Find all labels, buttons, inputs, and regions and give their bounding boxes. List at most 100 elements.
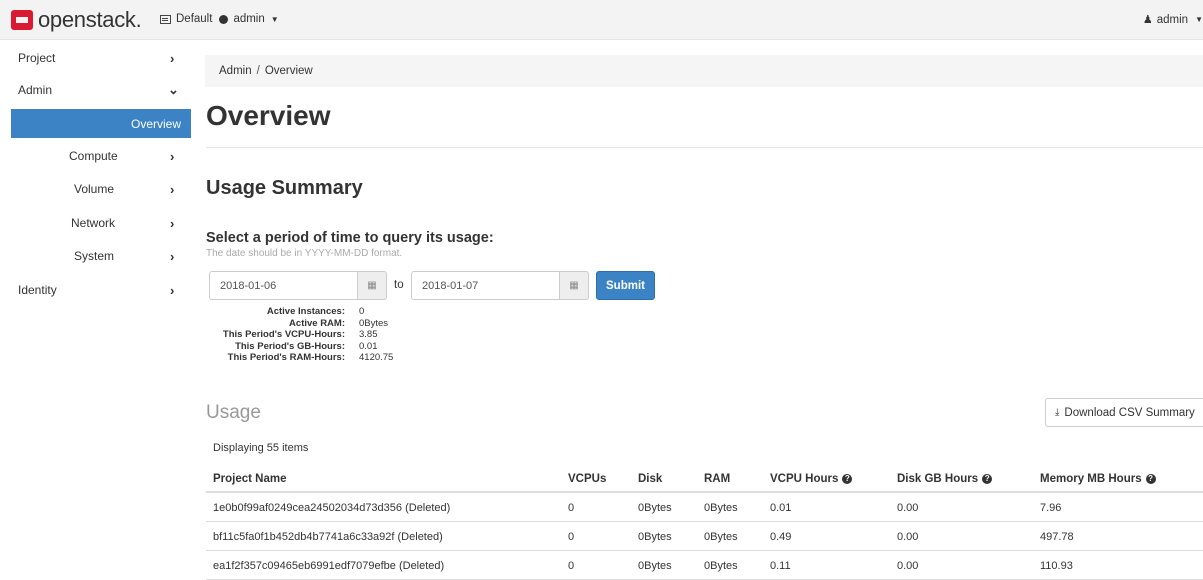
stat-gb-hours: This Period's GB-Hours: 0.01: [200, 341, 393, 353]
stat-active-instances: Active Instances: 0: [200, 306, 393, 318]
cell-vcpu-hours: 0.49: [770, 530, 792, 543]
cell-vcpus: 0: [568, 501, 575, 514]
breadcrumb: Admin / Overview: [205, 55, 1203, 87]
cell-vcpus: 0: [568, 530, 575, 543]
usage-stats: Active Instances: 0 Active RAM: 0Bytes T…: [200, 306, 393, 364]
sidebar-item-label: Volume: [74, 182, 115, 196]
question-circle-icon: ?: [1145, 473, 1156, 484]
logo-text: openstack.: [38, 7, 142, 32]
chevron-right-icon: ›: [170, 148, 175, 164]
sidebar-item-identity[interactable]: Identity ›: [18, 275, 190, 305]
chevron-right-icon: ›: [170, 215, 175, 231]
sidebar-item-project[interactable]: Project ›: [18, 43, 190, 73]
chevron-right-icon: ›: [170, 282, 175, 298]
sidebar-item-volume[interactable]: Volume ›: [74, 174, 190, 204]
usage-summary-title: Usage Summary: [206, 177, 363, 199]
cell-disk: 0Bytes: [638, 501, 672, 514]
stat-value: 0Bytes: [359, 317, 389, 329]
cell-project-name: bf11c5fa0f1b452db4b7741a6c33a92f (Delete…: [213, 530, 443, 543]
table-row: bf11c5fa0f1b452db4b7741a6c33a92f (Delete…: [206, 522, 1203, 551]
sidebar-item-label: Network: [71, 216, 116, 230]
breadcrumb-separator: /: [256, 65, 260, 77]
item-count: Displaying 55 items: [213, 442, 309, 454]
sidebar-item-overview[interactable]: Overview: [11, 109, 191, 138]
list-icon: [160, 14, 171, 24]
page-title: Overview: [206, 100, 331, 131]
question-circle-icon: ?: [842, 473, 853, 484]
sidebar-item-label: Identity: [18, 283, 57, 297]
cell-ram: 0Bytes: [704, 530, 738, 543]
table-header: Project Name VCPUs Disk RAM VCPU Hours? …: [206, 464, 1203, 493]
column-header-vcpu-hours[interactable]: VCPU Hours?: [770, 464, 853, 493]
sidebar: Project › Admin ⌄ Overview Compute › Vol…: [0, 40, 191, 576]
cell-disk: 0Bytes: [638, 530, 672, 543]
cell-disk-gb-hours: 0.00: [897, 530, 919, 543]
end-date-input[interactable]: [411, 271, 559, 300]
column-header-vcpus[interactable]: VCPUs: [568, 464, 606, 493]
stat-value: 3.85: [359, 329, 378, 340]
cell-ram: 0Bytes: [704, 501, 738, 514]
submit-button[interactable]: Submit: [596, 271, 655, 300]
user-name: admin: [1156, 13, 1189, 26]
stat-active-ram: Active RAM: 0Bytes: [200, 318, 393, 330]
openstack-logo[interactable]: openstack.: [11, 7, 142, 32]
project-name: admin: [233, 13, 265, 25]
user-menu[interactable]: ♟ admin ▼: [1142, 13, 1203, 27]
chevron-right-icon: ›: [170, 50, 175, 66]
calendar-icon[interactable]: ▦: [357, 271, 387, 300]
sidebar-item-admin[interactable]: Admin ⌄: [18, 75, 190, 105]
stat-label: This Period's VCPU-Hours:: [222, 329, 345, 340]
column-header-ram[interactable]: RAM: [704, 464, 730, 493]
project-switcher[interactable]: Default admin ▼: [160, 13, 279, 25]
sidebar-item-compute[interactable]: Compute ›: [69, 141, 190, 171]
cell-vcpu-hours: 0.01: [770, 501, 792, 514]
column-header-project-name[interactable]: Project Name: [213, 464, 287, 493]
column-header-disk-gb-hours[interactable]: Disk GB Hours?: [897, 464, 993, 493]
column-header-disk[interactable]: Disk: [638, 464, 662, 493]
stat-value: 0.01: [359, 340, 378, 352]
cell-memory-mb-hours: 497.78: [1040, 530, 1074, 543]
start-date-group: ▦: [209, 271, 387, 300]
sidebar-item-network[interactable]: Network ›: [71, 208, 190, 238]
stat-label: Active Instances:: [266, 306, 345, 317]
chevron-right-icon: ›: [170, 181, 175, 197]
sidebar-item-label: System: [74, 249, 115, 263]
stat-label: This Period's GB-Hours:: [235, 340, 345, 352]
download-csv-button[interactable]: ⤓ Download CSV Summary: [1045, 398, 1203, 427]
openstack-logo-icon: [11, 10, 33, 30]
cell-project-name: 1e0b0f99af0249cea24502034d73d356 (Delete…: [213, 501, 451, 514]
divider: [206, 147, 1203, 148]
date-format-help: The date should be in YYYY-MM-DD format.: [206, 248, 403, 259]
usage-title: Usage: [206, 402, 261, 423]
domain-name: Default: [176, 13, 213, 25]
chevron-right-icon: ›: [170, 248, 175, 264]
stat-value: 0: [359, 306, 365, 317]
cell-memory-mb-hours: 7.96: [1040, 501, 1062, 514]
start-date-input[interactable]: [209, 271, 357, 300]
caret-down-icon: ▼: [270, 14, 279, 24]
top-navbar: openstack. Default admin ▼ ♟ admin ▼: [0, 0, 1203, 40]
user-icon: ♟: [1142, 14, 1153, 26]
stat-label: This Period's RAM-Hours:: [227, 352, 345, 363]
calendar-icon[interactable]: ▦: [559, 271, 589, 300]
stat-value: 4120.75: [359, 352, 394, 363]
breadcrumb-admin[interactable]: Admin: [219, 65, 252, 77]
stat-vcpu-hours: This Period's VCPU-Hours: 3.85: [200, 329, 393, 341]
column-header-memory-mb-hours[interactable]: Memory MB Hours?: [1040, 464, 1156, 493]
stat-label: Active RAM:: [289, 317, 345, 329]
chevron-down-icon: ⌄: [168, 82, 179, 97]
question-circle-icon: ?: [982, 473, 993, 484]
end-date-group: ▦: [411, 271, 589, 300]
cell-disk-gb-hours: 0.00: [897, 501, 919, 514]
download-csv-label: Download CSV Summary: [1064, 406, 1195, 419]
sidebar-item-label: Compute: [69, 149, 118, 163]
sidebar-item-system[interactable]: System ›: [74, 241, 190, 271]
table-row: 1e0b0f99af0249cea24502034d73d356 (Delete…: [206, 493, 1203, 522]
sidebar-item-label: Overview: [130, 116, 181, 131]
stat-ram-hours: This Period's RAM-Hours: 4120.75: [200, 352, 394, 364]
project-dot-icon: [219, 14, 229, 24]
breadcrumb-overview: Overview: [264, 65, 313, 77]
caret-down-icon: ▼: [1195, 15, 1203, 24]
sidebar-item-label: Project: [18, 51, 56, 65]
query-period-title: Select a period of time to query its usa…: [206, 230, 494, 246]
